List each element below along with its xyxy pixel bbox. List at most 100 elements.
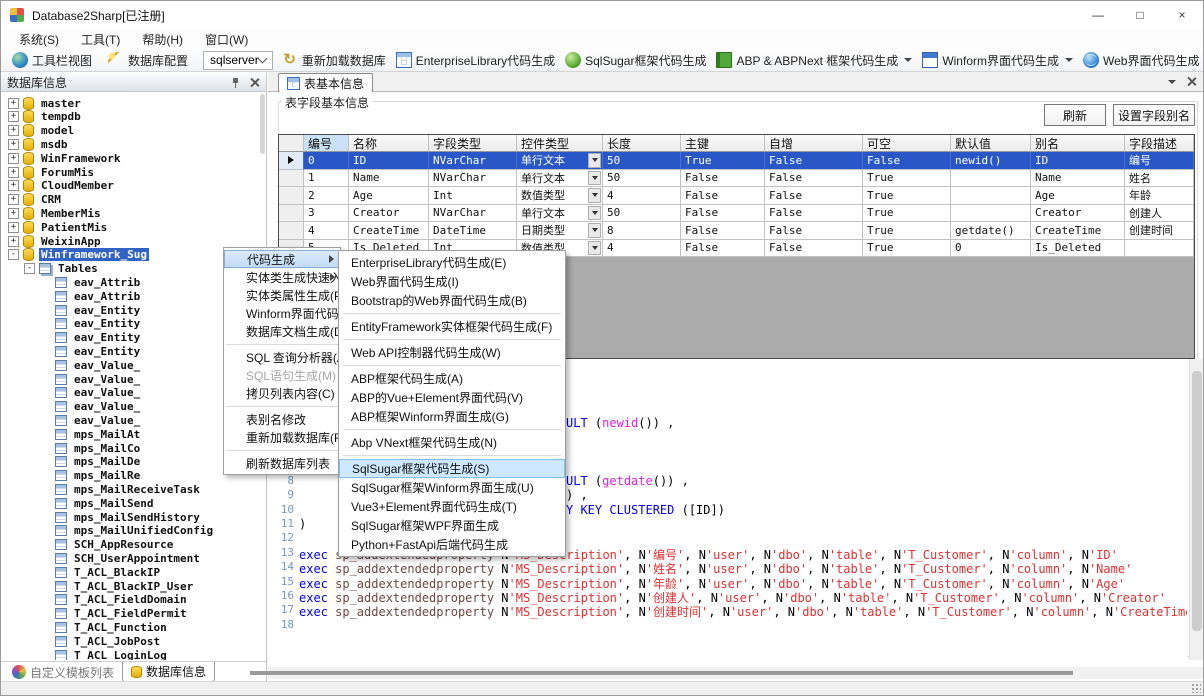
toolbar-web-button[interactable]: Web界面代码生成	[1078, 50, 1204, 71]
tree-table-item[interactable]: eav_Attrib	[1, 275, 142, 289]
grid-cell[interactable]: False	[681, 222, 765, 240]
grid-cell[interactable]: NVarChar	[429, 170, 517, 188]
grid-cell[interactable]: True	[863, 187, 951, 205]
tree-database-item-selected[interactable]: -Winframework_Sug	[1, 248, 149, 262]
dropdown-button[interactable]	[588, 206, 601, 221]
tree-database-item[interactable]: +WinFramework	[1, 151, 122, 165]
dropdown-button[interactable]	[588, 153, 601, 168]
tree-database-item[interactable]: +WeixinApp	[1, 234, 103, 248]
grid-cell[interactable]: False	[765, 170, 863, 188]
submenu-item[interactable]: ABP的Vue+Element界面代码(V)	[339, 388, 565, 407]
close-button[interactable]: ×	[1161, 1, 1203, 29]
tree-table-item[interactable]: eav_Attrib	[1, 289, 142, 303]
grid-cell[interactable]: False	[765, 152, 863, 170]
grid-cell[interactable]: 姓名	[1125, 170, 1194, 188]
grid-cell[interactable]: Name	[349, 170, 429, 188]
tab-custom-templates[interactable]: 自定义模板列表	[4, 662, 122, 682]
tree-table-item[interactable]: mps_MailSendHistory	[1, 510, 202, 524]
grid-column-header[interactable]: 自增	[765, 135, 863, 152]
grid-cell[interactable]: False	[765, 222, 863, 240]
grid-cell[interactable]: 0	[951, 240, 1031, 258]
grid-column-header[interactable]: 字段描述	[1125, 135, 1194, 152]
grid-cell[interactable]: 日期类型	[517, 222, 603, 240]
tree-table-item[interactable]: eav_Value_	[1, 386, 142, 400]
resize-grip[interactable]	[1191, 683, 1201, 693]
tab-database-info[interactable]: 数据库信息	[122, 662, 215, 682]
tree-table-item[interactable]: eav_Entity	[1, 317, 142, 331]
tree-table-item[interactable]: mps_MailAt	[1, 427, 142, 441]
grid-cell[interactable]: NVarChar	[429, 152, 517, 170]
expand-icon[interactable]: +	[8, 167, 19, 178]
tree-table-item[interactable]: eav_Entity	[1, 331, 142, 345]
collapse-icon[interactable]: -	[24, 263, 35, 274]
expand-icon[interactable]: +	[8, 208, 19, 219]
expand-icon[interactable]: +	[8, 153, 19, 164]
tree-database-item[interactable]: +ForumMis	[1, 165, 96, 179]
grid-cell[interactable]: 2	[304, 187, 349, 205]
grid-cell[interactable]: Age	[349, 187, 429, 205]
grid-row-header[interactable]	[279, 152, 304, 170]
grid-cell[interactable]: ID	[1031, 152, 1125, 170]
tree-table-item[interactable]: mps_MailSend	[1, 496, 155, 510]
grid-cell[interactable]	[951, 187, 1031, 205]
toolbar-db-config-button[interactable]: 数据库配置	[103, 50, 193, 71]
pin-icon[interactable]	[230, 77, 241, 88]
grid-column-header[interactable]: 编号	[304, 135, 349, 152]
tree-table-item[interactable]: SCH_UserAppointment	[1, 551, 202, 565]
submenu-item[interactable]: Bootstrap的Web界面代码生成(B)	[339, 291, 565, 310]
tab-list-dropdown-icon[interactable]	[1168, 80, 1176, 84]
dropdown-button[interactable]	[588, 171, 601, 186]
grid-cell[interactable]: ID	[349, 152, 429, 170]
minimize-button[interactable]: —	[1077, 1, 1119, 29]
grid-cell[interactable]: 创建时间	[1125, 222, 1194, 240]
tree-database-item[interactable]: +master	[1, 96, 83, 110]
tree-database-item[interactable]: +CRM	[1, 193, 63, 207]
expand-icon[interactable]: +	[8, 180, 19, 191]
close-panel-icon[interactable]	[249, 77, 260, 88]
collapse-icon[interactable]: -	[8, 249, 19, 260]
tree-table-item[interactable]: T_ACL_JobPost	[1, 634, 162, 648]
grid-cell[interactable]: True	[863, 222, 951, 240]
context-menu-item[interactable]: SQL 查询分析器(A)	[224, 348, 340, 366]
tree-table-item[interactable]: eav_Entity	[1, 344, 142, 358]
editor-horizontal-scrollbar[interactable]	[268, 667, 1204, 679]
context-menu-item[interactable]: Winform界面代码生成(W)	[224, 304, 340, 322]
toolbar-sqlsugar-button[interactable]: SqlSugar框架代码生成	[560, 50, 711, 71]
grid-cell[interactable]: 4	[603, 240, 681, 258]
grid-cell[interactable]: True	[863, 170, 951, 188]
context-menu-item[interactable]: 表别名修改	[224, 410, 340, 428]
grid-column-header[interactable]: 字段类型	[429, 135, 517, 152]
tree-table-item[interactable]: eav_Value_	[1, 413, 142, 427]
context-menu-item[interactable]: 数据库文档生成(D)	[224, 322, 340, 340]
grid-cell[interactable]: 4	[304, 222, 349, 240]
expand-icon[interactable]: +	[8, 139, 19, 150]
tree-table-item[interactable]: mps_MailCo	[1, 441, 142, 455]
grid-cell[interactable]: 单行文本	[517, 205, 603, 223]
grid-cell[interactable]: 单行文本	[517, 170, 603, 188]
grid-cell[interactable]: 50	[603, 152, 681, 170]
grid-column-header[interactable]: 控件类型	[517, 135, 603, 152]
grid-row-header[interactable]	[279, 170, 304, 188]
tree-database-item[interactable]: +model	[1, 124, 76, 138]
tree-database-item[interactable]: +CloudMember	[1, 179, 116, 193]
tree-database-item[interactable]: +MemberMis	[1, 206, 103, 220]
submenu-item[interactable]: Python+FastApi后端代码生成	[339, 535, 565, 554]
toolbar-abp-button[interactable]: ABP & ABPNext 框架代码生成	[711, 50, 917, 71]
tree-table-item[interactable]: mps_MailUnifiedConfig	[1, 524, 215, 538]
grid-cell[interactable]: False	[681, 187, 765, 205]
grid-cell[interactable]: CreateTime	[349, 222, 429, 240]
dropdown-button[interactable]	[588, 188, 601, 203]
grid-cell[interactable]: CreateTime	[1031, 222, 1125, 240]
tree-table-item[interactable]: T_ACL_FieldDomain	[1, 593, 189, 607]
dropdown-button[interactable]	[588, 223, 601, 238]
tree-table-item[interactable]: mps_MailDe	[1, 455, 142, 469]
menu-help[interactable]: 帮助(H)	[132, 29, 193, 50]
grid-cell[interactable]: False	[681, 205, 765, 223]
maximize-button[interactable]: □	[1119, 1, 1161, 29]
grid-cell[interactable]: 1	[304, 170, 349, 188]
grid-cell[interactable]: Int	[429, 187, 517, 205]
grid-cell[interactable]: newid()	[951, 152, 1031, 170]
grid-cell[interactable]: True	[863, 240, 951, 258]
context-menu-item[interactable]: 刷新数据库列表	[224, 454, 340, 472]
tree-database-item[interactable]: +PatientMis	[1, 220, 109, 234]
